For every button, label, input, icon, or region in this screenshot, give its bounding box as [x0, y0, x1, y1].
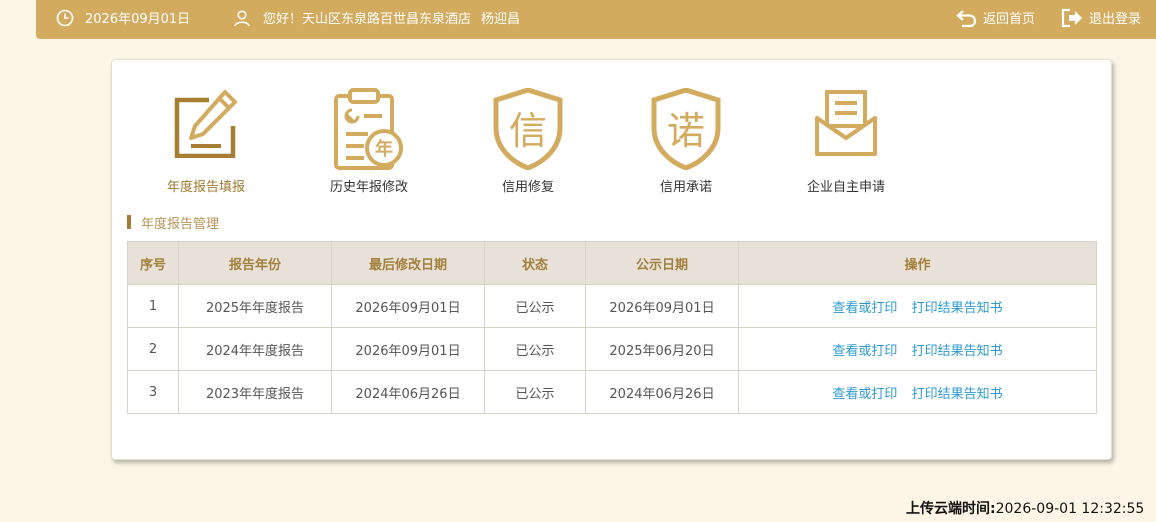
- upload-time: 上传云端时间:2026-09-01 12:32:55: [906, 498, 1144, 518]
- cell-no: 1: [127, 284, 179, 328]
- table-row: 3 2023年年度报告 2024年06月26日 已公示 2024年06月26日 …: [127, 370, 1097, 414]
- edit-report-icon: [146, 88, 266, 173]
- nav-annual-report-fill[interactable]: 年度报告填报: [146, 88, 266, 198]
- nav-label: 企业自主申请: [806, 180, 885, 195]
- column-header-no: 序号: [127, 241, 179, 285]
- nav-enterprise-application[interactable]: 企业自主申请: [786, 88, 906, 198]
- return-home-label: 返回首页: [983, 12, 1036, 27]
- print-notice-link[interactable]: 打印结果告知书: [912, 301, 1003, 316]
- view-print-link[interactable]: 查看或打印: [832, 301, 897, 316]
- section-title-text: 年度报告管理: [141, 216, 220, 232]
- cell-actions: 查看或打印 打印结果告知书: [738, 327, 1097, 371]
- promise-glyph: 诺: [667, 109, 705, 153]
- view-print-link[interactable]: 查看或打印: [832, 387, 897, 402]
- column-header-actions: 操作: [738, 241, 1097, 285]
- current-date: 2026年09月01日: [85, 12, 191, 27]
- cell-year: 2023年年度报告: [178, 370, 332, 414]
- cell-status: 已公示: [484, 284, 586, 328]
- credit-glyph: 信: [509, 109, 547, 153]
- cell-year: 2024年年度报告: [178, 327, 332, 371]
- mail-application-icon: [786, 88, 906, 173]
- table-row: 2 2024年年度报告 2026年09月01日 已公示 2025年06月20日 …: [127, 327, 1097, 371]
- cell-public-date: 2026年09月01日: [585, 284, 739, 328]
- annual-report-table: 序号 报告年份 最后修改日期 状态 公示日期 操作 1 2025年年度报告 20…: [127, 241, 1097, 414]
- column-header-modified: 最后修改日期: [331, 241, 485, 285]
- view-print-link[interactable]: 查看或打印: [832, 344, 897, 359]
- cell-public-date: 2025年06月20日: [585, 327, 739, 371]
- nav-label: 信用承诺: [659, 180, 712, 195]
- cell-public-date: 2024年06月26日: [585, 370, 739, 414]
- nav-credit-promise[interactable]: 诺 信用承诺: [626, 88, 746, 198]
- nav-label: 历史年报修改: [329, 180, 408, 195]
- clock-icon: [56, 9, 74, 27]
- logout-label: 退出登录: [1089, 12, 1142, 27]
- user-icon: [233, 9, 251, 27]
- nav-label: 信用修复: [501, 180, 554, 195]
- table-row: 1 2025年年度报告 2026年09月01日 已公示 2026年09月01日 …: [127, 284, 1097, 328]
- year-badge-glyph: 年: [375, 138, 393, 160]
- column-header-status: 状态: [484, 241, 586, 285]
- main-card: 年度报告填报 年 历史年报修改 信 信用修复 诺 信用承诺 企业自主申请 年度报…: [111, 59, 1112, 460]
- nav-label: 年度报告填报: [166, 180, 245, 195]
- logout-button[interactable]: 退出登录: [1061, 0, 1141, 35]
- cell-actions: 查看或打印 打印结果告知书: [738, 284, 1097, 328]
- print-notice-link[interactable]: 打印结果告知书: [912, 387, 1003, 402]
- user-name: 杨迎昌: [481, 12, 521, 27]
- column-header-public-date: 公示日期: [585, 241, 739, 285]
- greeting-text: 您好！天山区东泉路百世昌东泉酒店: [263, 12, 472, 27]
- top-bar: 2026年09月01日 您好！天山区东泉路百世昌东泉酒店 杨迎昌 返回首页 退出…: [36, 0, 1156, 39]
- column-header-year: 报告年份: [178, 241, 332, 285]
- nav-credit-repair[interactable]: 信 信用修复: [468, 88, 588, 198]
- credit-repair-shield-icon: 信: [468, 88, 588, 173]
- cell-status: 已公示: [484, 370, 586, 414]
- cell-status: 已公示: [484, 327, 586, 371]
- return-arrow-icon: [956, 8, 978, 28]
- credit-promise-shield-icon: 诺: [626, 88, 746, 173]
- upload-time-label: 上传云端时间:: [906, 501, 996, 517]
- cell-year: 2025年年度报告: [178, 284, 332, 328]
- cell-modified: 2024年06月26日: [331, 370, 485, 414]
- section-title-bar: [127, 215, 131, 229]
- cell-actions: 查看或打印 打印结果告知书: [738, 370, 1097, 414]
- upload-time-value: 2026-09-01 12:32:55: [995, 501, 1145, 517]
- section-title: 年度报告管理: [127, 214, 220, 232]
- cell-no: 2: [127, 327, 179, 371]
- table-header-row: 序号 报告年份 最后修改日期 状态 公示日期 操作: [127, 241, 1097, 285]
- cell-no: 3: [127, 370, 179, 414]
- cell-modified: 2026年09月01日: [331, 284, 485, 328]
- print-notice-link[interactable]: 打印结果告知书: [912, 344, 1003, 359]
- cell-modified: 2026年09月01日: [331, 327, 485, 371]
- return-home-button[interactable]: 返回首页: [956, 0, 1035, 35]
- user-greeting: 您好！天山区东泉路百世昌东泉酒店 杨迎昌: [233, 0, 520, 35]
- nav-history-report-edit[interactable]: 年 历史年报修改: [309, 88, 429, 198]
- logout-icon: [1061, 8, 1083, 28]
- date-display: 2026年09月01日: [56, 0, 190, 35]
- history-report-icon: 年: [309, 88, 429, 173]
